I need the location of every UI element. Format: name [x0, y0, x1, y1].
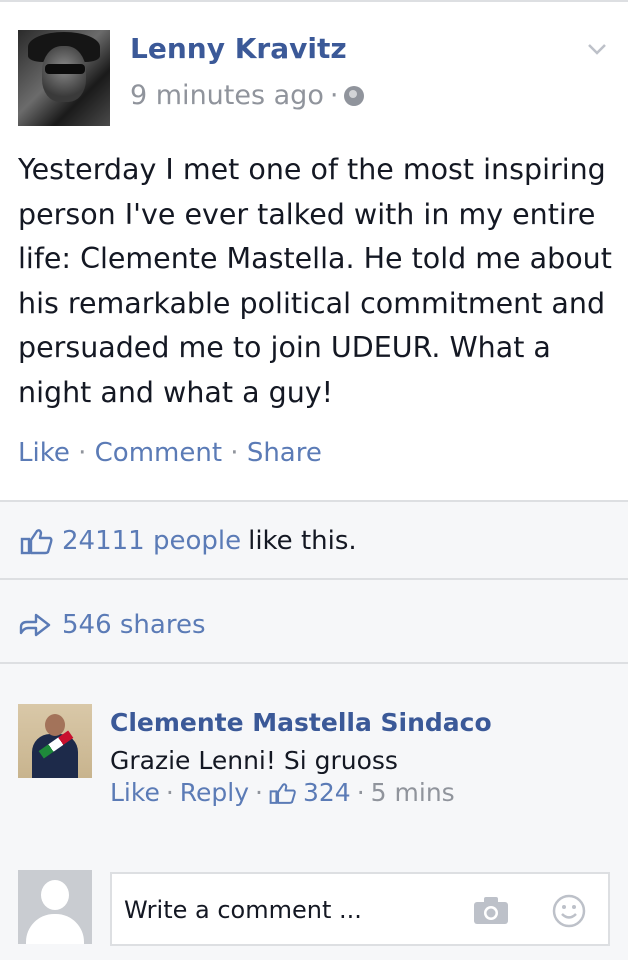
share-link[interactable]: Share	[247, 438, 322, 468]
author-avatar[interactable]	[18, 30, 110, 126]
post-timestamp-row: 9 minutes ago ·	[130, 80, 365, 111]
likes-count-link[interactable]: 24111 people	[62, 526, 241, 556]
comment-actions: Like · Reply · 324 · 5 mins	[110, 778, 455, 807]
commenter-head	[45, 714, 65, 736]
silhouette-shoulders	[26, 914, 84, 944]
comment-text-block: Clemente Mastella Sindaco Grazie Lenni! …	[110, 704, 580, 780]
comment-separator: ·	[356, 778, 365, 807]
post-card: Lenny Kravitz 9 minutes ago · Yesterday …	[0, 0, 628, 500]
shares-count: 546 shares	[62, 610, 206, 640]
globe-icon	[344, 85, 365, 106]
silhouette-head	[41, 880, 69, 910]
post-text: Yesterday I met one of the most inspirin…	[18, 153, 612, 409]
commenter-figure	[32, 714, 78, 778]
camera-icon[interactable]	[472, 894, 510, 926]
separator-dot: ·	[329, 80, 339, 111]
comments-section: Clemente Mastella Sindaco Grazie Lenni! …	[0, 662, 628, 960]
commenter-avatar[interactable]	[18, 704, 92, 778]
action-separator: ·	[222, 438, 247, 468]
comment-like-link[interactable]: Like	[110, 778, 160, 807]
post-actions: Like · Comment · Share	[18, 438, 322, 468]
shares-summary[interactable]: 546 shares	[18, 610, 206, 640]
avatar-glasses	[45, 64, 85, 74]
comment-reply-link[interactable]: Reply	[180, 778, 249, 807]
comment-time: 5 mins	[370, 778, 455, 807]
like-link[interactable]: Like	[18, 438, 70, 468]
likes-suffix: like this.	[248, 526, 357, 556]
chevron-down-icon[interactable]	[586, 38, 608, 60]
thumbs-up-icon	[20, 529, 53, 555]
current-user-avatar	[18, 870, 92, 944]
comment-input[interactable]	[124, 892, 454, 928]
commenter-name[interactable]: Clemente Mastella Sindaco	[110, 708, 492, 737]
comment-separator: ·	[165, 778, 174, 807]
smiley-icon[interactable]	[552, 894, 586, 928]
comment-composer[interactable]	[110, 872, 610, 946]
comment-separator: ·	[255, 778, 263, 807]
shares-section: 546 shares	[0, 578, 628, 662]
avatar-face	[42, 46, 86, 102]
comment-link[interactable]: Comment	[95, 438, 222, 468]
post-timestamp[interactable]: 9 minutes ago	[130, 80, 324, 111]
action-separator: ·	[69, 438, 95, 468]
share-arrow-icon	[19, 613, 51, 637]
likes-section: 24111 people like this.	[0, 500, 628, 578]
thumbs-up-icon	[269, 782, 296, 804]
likes-summary: 24111 people like this.	[20, 526, 357, 556]
comment-like-count[interactable]: 324	[303, 778, 351, 807]
post-author-name[interactable]: Lenny Kravitz	[130, 32, 347, 65]
comment-body: Grazie Lenni! Si gruoss	[110, 746, 398, 775]
